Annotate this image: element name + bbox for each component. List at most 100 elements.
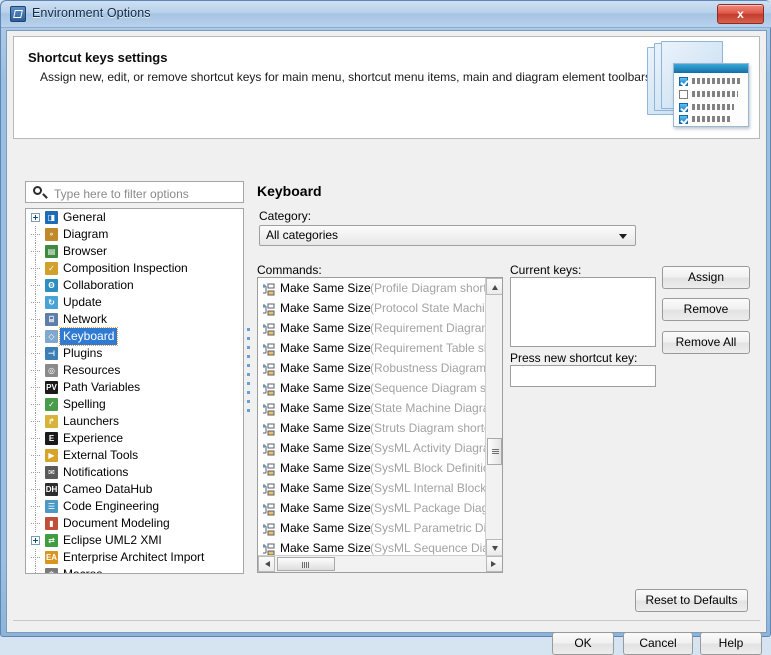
reset-to-defaults-button[interactable]: Reset to Defaults bbox=[635, 589, 748, 612]
network-icon: ⌸ bbox=[45, 313, 59, 327]
command-row[interactable]: Make Same Size (SysML Activity Diagram bbox=[258, 438, 500, 458]
command-description: (Requirement Diagram s bbox=[370, 321, 501, 335]
external-tools-icon: ▶ bbox=[45, 449, 59, 463]
sidebar-item-label: Document Modeling bbox=[63, 516, 170, 530]
sidebar-item-collaboration[interactable]: Θ Collaboration bbox=[26, 277, 243, 294]
options-tree[interactable]: ◨ General ⚬ Diagram ▤ Browser ✓ Composition Ins… bbox=[25, 208, 244, 574]
scroll-right-icon[interactable] bbox=[486, 556, 502, 572]
sidebar-item-general[interactable]: ◨ General bbox=[26, 209, 243, 226]
banner: Shortcut keys settings Assign new, edit,… bbox=[13, 36, 760, 139]
sidebar-item-experience[interactable]: E Experience bbox=[26, 430, 243, 447]
sidebar-item-label: Keyboard bbox=[58, 327, 119, 346]
window-title: Environment Options bbox=[32, 6, 151, 20]
sidebar-item-plugins[interactable]: ⊣ Plugins bbox=[26, 345, 243, 362]
dialog-client-area: Shortcut keys settings Assign new, edit,… bbox=[6, 30, 767, 655]
remove-all-button[interactable]: Remove All bbox=[662, 331, 750, 354]
search-icon bbox=[33, 186, 42, 195]
cancel-button[interactable]: Cancel bbox=[623, 632, 693, 655]
command-row[interactable]: Make Same Size (Requirement Table sho bbox=[258, 338, 497, 358]
sidebar-item-label: Eclipse UML2 XMI bbox=[63, 533, 162, 547]
command-row[interactable]: Make Same Size (SysML Parametric Diagr bbox=[258, 518, 502, 538]
command-description: (Protocol State Machine bbox=[370, 301, 499, 315]
command-name: Make Same Size bbox=[280, 401, 371, 415]
sidebar-item-eclipse-uml2-xmi[interactable]: ⇄ Eclipse UML2 XMI bbox=[26, 532, 243, 549]
scroll-left-icon[interactable] bbox=[258, 556, 275, 572]
sidebar-item-label: Browser bbox=[63, 244, 108, 258]
sidebar-item-cameo-datahub[interactable]: DH Cameo DataHub bbox=[26, 481, 243, 498]
command-row[interactable]: Make Same Size (Requirement Diagram s bbox=[258, 318, 501, 338]
sidebar-item-browser[interactable]: ▤ Browser bbox=[26, 243, 243, 260]
sidebar-item-external-tools[interactable]: ▶ External Tools bbox=[26, 447, 243, 464]
sidebar-item-label: Composition Inspection bbox=[63, 261, 188, 275]
commands-vertical-scrollbar[interactable] bbox=[485, 278, 502, 556]
tree-guide-dots bbox=[31, 234, 41, 235]
command-description: (SysML Activity Diagram bbox=[370, 441, 500, 455]
filter-input[interactable] bbox=[52, 184, 241, 203]
command-name: Make Same Size bbox=[280, 521, 371, 535]
command-row[interactable]: Make Same Size (SysML Internal Block Di bbox=[258, 478, 501, 498]
make-same-size-icon bbox=[263, 482, 276, 496]
app-icon bbox=[10, 6, 26, 22]
scroll-down-icon[interactable] bbox=[486, 539, 502, 556]
ok-button[interactable]: OK bbox=[552, 632, 614, 655]
sidebar-item-update[interactable]: ↻ Update bbox=[26, 294, 243, 311]
tree-guide-dots bbox=[31, 438, 41, 439]
filter-options-box[interactable] bbox=[25, 181, 244, 203]
assign-button[interactable]: Assign bbox=[662, 266, 750, 289]
current-keys-list[interactable] bbox=[510, 277, 656, 347]
sidebar-item-path-variables[interactable]: PV Path Variables bbox=[26, 379, 243, 396]
make-same-size-icon bbox=[263, 382, 276, 396]
category-select[interactable]: All categories bbox=[259, 225, 636, 246]
help-button[interactable]: Help bbox=[700, 632, 762, 655]
sidebar-item-diagram[interactable]: ⚬ Diagram bbox=[26, 226, 243, 243]
sidebar-item-keyboard[interactable]: ◇ Keyboard bbox=[26, 327, 243, 346]
macros-icon: ⚙ bbox=[45, 568, 59, 573]
scroll-up-icon[interactable] bbox=[486, 278, 502, 295]
tree-expander-icon[interactable] bbox=[31, 536, 40, 545]
command-row[interactable]: Make Same Size (Protocol State Machine bbox=[258, 298, 498, 318]
composition-icon: ✓ bbox=[45, 262, 59, 276]
sidebar-item-resources[interactable]: ◎ Resources bbox=[26, 362, 243, 379]
command-row[interactable]: Make Same Size (Profile Diagram shortcu bbox=[258, 278, 499, 298]
sidebar-item-document-modeling[interactable]: ▮ Document Modeling bbox=[26, 515, 243, 532]
sidebar-item-notifications[interactable]: ✉ Notifications bbox=[26, 464, 243, 481]
tree-guide-dots bbox=[31, 387, 41, 388]
sidebar-item-macros[interactable]: ⚙ Macros bbox=[26, 566, 243, 573]
sidebar-item-composition-inspection[interactable]: ✓ Composition Inspection bbox=[26, 260, 243, 277]
sidebar-item-spelling[interactable]: ✓ Spelling bbox=[26, 396, 243, 413]
command-row[interactable]: Make Same Size (Robustness Diagram sh bbox=[258, 358, 502, 378]
commands-horizontal-scrollbar[interactable] bbox=[258, 555, 502, 572]
sidebar-item-network[interactable]: ⌸ Network bbox=[26, 311, 243, 328]
tree-guide-dots bbox=[31, 302, 41, 303]
sidebar-item-label: Notifications bbox=[63, 465, 129, 479]
sidebar-item-label: Code Engineering bbox=[63, 499, 160, 513]
footer-divider bbox=[13, 620, 760, 621]
tree-guide-dots bbox=[31, 489, 41, 490]
make-same-size-icon bbox=[263, 362, 276, 376]
horizontal-scrollbar-thumb[interactable] bbox=[277, 557, 335, 571]
commands-list[interactable]: Make Same Size (Profile Diagram shortcu Ma… bbox=[257, 277, 503, 573]
command-name: Make Same Size bbox=[280, 481, 371, 495]
sidebar-item-label: Diagram bbox=[63, 227, 109, 241]
command-row[interactable]: Make Same Size (SysML Block Definition D bbox=[258, 458, 502, 478]
sidebar-item-label: External Tools bbox=[63, 448, 139, 462]
sidebar-item-code-engineering[interactable]: ☰ Code Engineering bbox=[26, 498, 243, 515]
command-description: (Struts Diagram shortcu bbox=[370, 421, 497, 435]
command-row[interactable]: Make Same Size (Struts Diagram shortcu bbox=[258, 418, 497, 438]
tree-expander-icon[interactable] bbox=[31, 213, 40, 222]
splitter-handle[interactable] bbox=[244, 146, 253, 574]
make-same-size-icon bbox=[263, 462, 276, 476]
remove-button[interactable]: Remove bbox=[662, 298, 750, 321]
sidebar-item-label: Update bbox=[63, 295, 102, 309]
press-new-shortcut-field[interactable] bbox=[510, 365, 656, 387]
sidebar-item-launchers[interactable]: ↱ Launchers bbox=[26, 413, 243, 430]
command-row[interactable]: Make Same Size (SysML Package Diagram bbox=[258, 498, 502, 518]
resources-icon: ◎ bbox=[45, 364, 59, 378]
chevron-down-icon bbox=[619, 234, 627, 239]
close-icon[interactable]: x bbox=[717, 4, 764, 24]
sidebar-item-enterprise-architect-import[interactable]: EA Enterprise Architect Import bbox=[26, 549, 243, 566]
command-row[interactable]: Make Same Size (Sequence Diagram shor bbox=[258, 378, 502, 398]
command-row[interactable]: Make Same Size (State Machine Diagram bbox=[258, 398, 499, 418]
press-new-shortcut-input[interactable] bbox=[511, 366, 655, 386]
vertical-scrollbar-thumb[interactable] bbox=[487, 438, 502, 465]
